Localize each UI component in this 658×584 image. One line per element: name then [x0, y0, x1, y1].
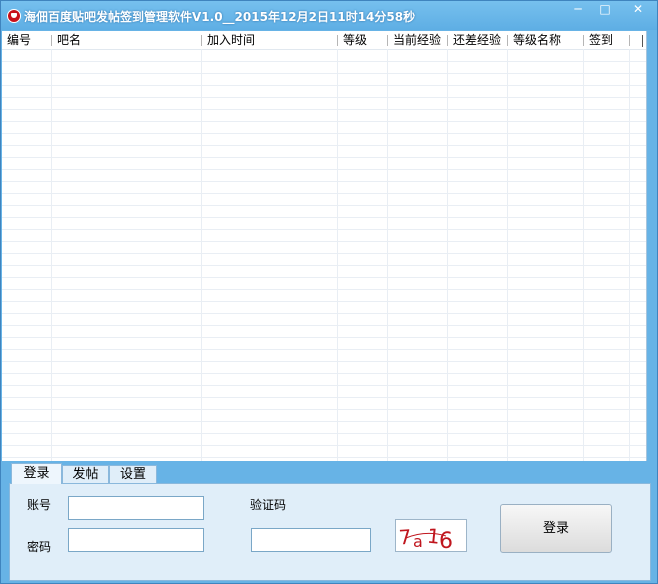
column-separator[interactable] [642, 35, 643, 47]
column-header-bar-name[interactable]: 吧名 [53, 31, 201, 49]
grid-row-line [2, 85, 646, 86]
tab-control: 登录 发帖 设置 账号 密码 验证码 7 a 1 6 登录 [1, 462, 657, 583]
grid-row-line [2, 373, 646, 374]
grid-row-line [2, 433, 646, 434]
tab-settings[interactable]: 设置 [109, 465, 157, 484]
grid-row-line [2, 421, 646, 422]
window-title: 海佃百度贴吧发帖签到管理软件V1.0__2015年12月2日11时14分58秒 [24, 10, 416, 24]
grid-row-line [2, 301, 646, 302]
account-label: 账号 [27, 498, 52, 512]
captcha-image[interactable]: 7 a 1 6 [395, 519, 467, 552]
grid-row-line [2, 73, 646, 74]
grid-row-line [2, 97, 646, 98]
grid-row-line [2, 385, 646, 386]
grid-row-line [2, 313, 646, 314]
title-bar[interactable]: 海佃百度贴吧发帖签到管理软件V1.0__2015年12月2日11时14分58秒 … [1, 1, 657, 30]
grid-row-line [2, 337, 646, 338]
column-header-exp-remaining[interactable]: 还差经验 [449, 31, 507, 49]
grid-row-line [2, 409, 646, 410]
svg-text:6: 6 [439, 529, 453, 552]
captcha-input[interactable] [251, 528, 371, 552]
close-button[interactable]: ✕ [619, 1, 657, 20]
account-input[interactable] [68, 496, 204, 520]
login-tab-page: 账号 密码 验证码 7 a 1 6 登录 [9, 483, 651, 581]
svg-text:7: 7 [398, 525, 412, 550]
column-separator[interactable] [337, 35, 338, 46]
grid-row-line [2, 457, 646, 458]
grid-row-line [2, 325, 646, 326]
column-separator[interactable] [51, 35, 52, 46]
column-separator[interactable] [201, 35, 202, 46]
grid-row-line [2, 109, 646, 110]
main-window: 海佃百度贴吧发帖签到管理软件V1.0__2015年12月2日11时14分58秒 … [0, 0, 658, 584]
column-header-sign-in[interactable]: 签到 [585, 31, 629, 49]
login-button[interactable]: 登录 [500, 504, 612, 553]
captcha-glyphs: 7 a 1 6 [398, 524, 453, 552]
grid-row-line [2, 61, 646, 62]
grid-column-line [507, 49, 508, 461]
column-header-level[interactable]: 等级 [339, 31, 387, 49]
column-separator[interactable] [387, 35, 388, 46]
grid-row-line [2, 229, 646, 230]
grid-column-line [629, 49, 630, 461]
column-separator[interactable] [507, 35, 508, 46]
column-separator[interactable] [447, 35, 448, 46]
grid-row-line [2, 217, 646, 218]
minimize-button[interactable]: ─ [565, 1, 591, 20]
column-header-join-time[interactable]: 加入时间 [203, 31, 337, 49]
grid-column-line [447, 49, 448, 461]
grid-row-line [2, 445, 646, 446]
grid-row-line [2, 241, 646, 242]
grid-row-line [2, 169, 646, 170]
tab-post[interactable]: 发帖 [62, 465, 109, 484]
captcha-label: 验证码 [250, 498, 287, 512]
tab-login[interactable]: 登录 [11, 463, 62, 484]
grid-row-line [2, 397, 646, 398]
grid-column-line [583, 49, 584, 461]
column-header-id[interactable]: 编号 [3, 31, 51, 49]
grid-row-line [2, 361, 646, 362]
list-header: 编号 吧名 加入时间 等级 当前经验 还差经验 等级名称 签到 [2, 31, 646, 50]
grid-column-line [337, 49, 338, 461]
grid-column-line [51, 49, 52, 461]
grid-row-line [2, 133, 646, 134]
tieba-list-view[interactable]: 编号 吧名 加入时间 等级 当前经验 还差经验 等级名称 签到 [2, 31, 647, 461]
grid-row-line [2, 253, 646, 254]
grid-row-line [2, 145, 646, 146]
column-header-current-exp[interactable]: 当前经验 [389, 31, 447, 49]
grid-row-line [2, 121, 646, 122]
password-label: 密码 [27, 540, 52, 554]
grid-row-line [2, 349, 646, 350]
grid-row-line [2, 181, 646, 182]
password-input[interactable] [68, 528, 204, 552]
column-separator[interactable] [583, 35, 584, 46]
column-separator[interactable] [629, 35, 630, 46]
column-header-level-name[interactable]: 等级名称 [509, 31, 583, 49]
grid-column-line [201, 49, 202, 461]
grid-row-line [2, 289, 646, 290]
app-logo-icon [7, 9, 21, 23]
grid-row-line [2, 277, 646, 278]
grid-row-line [2, 265, 646, 266]
grid-column-line [387, 49, 388, 461]
grid-row-line [2, 205, 646, 206]
grid-row-line [2, 157, 646, 158]
grid-row-line [2, 193, 646, 194]
maximize-button[interactable]: □ [591, 1, 619, 20]
